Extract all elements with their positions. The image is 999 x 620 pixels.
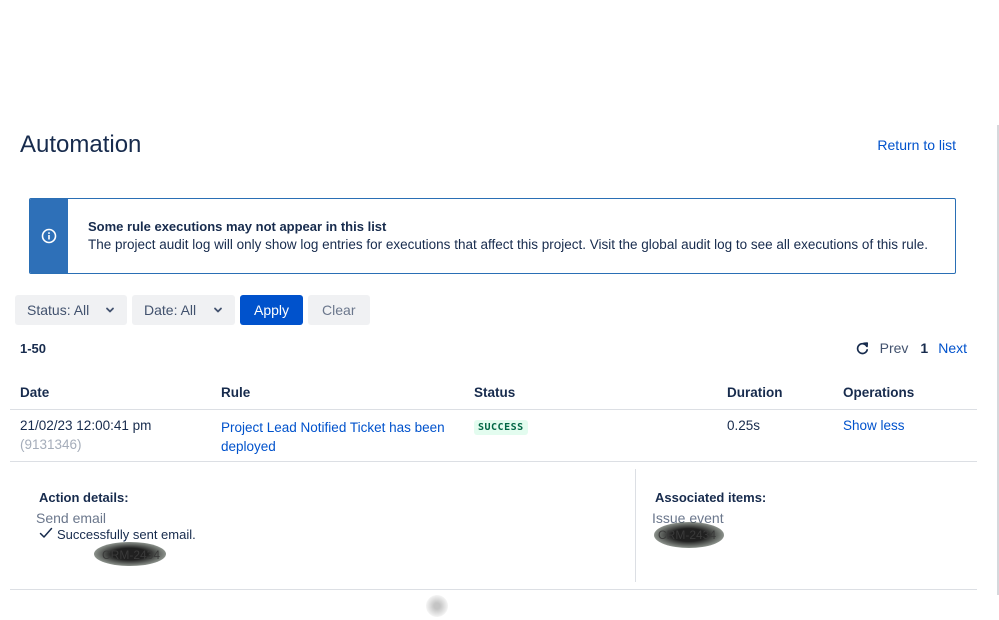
info-banner: Some rule executions may not appear in t…: [29, 198, 956, 274]
execution-id: (9131346): [20, 437, 82, 452]
action-result: Successfully sent email.: [39, 527, 196, 542]
row-status-cell: SUCCESS: [474, 418, 528, 435]
next-page-button[interactable]: Next: [938, 340, 967, 356]
info-icon: [41, 228, 57, 244]
table-row: 21/02/23 12:00:41 pm (9131346) Project L…: [10, 410, 977, 462]
associated-items: Associated items: Issue event CRM-2434: [652, 490, 767, 548]
execution-duration: 0.25s: [727, 418, 761, 433]
column-header-rule: Rule: [221, 385, 251, 400]
status-filter-dropdown[interactable]: Status: All: [15, 295, 127, 325]
current-page: 1: [920, 340, 929, 356]
execution-date: 21/02/23 12:00:41 pm: [20, 418, 152, 433]
row-date-cell: 21/02/23 12:00:41 pm (9131346): [20, 418, 151, 452]
return-to-list-link[interactable]: Return to list: [877, 137, 956, 153]
column-header-date: Date: [20, 385, 50, 400]
results-range: 1-50: [20, 341, 47, 356]
column-header-operations: Operations: [843, 385, 915, 400]
date-filter-dropdown[interactable]: Date: All: [132, 295, 235, 325]
execution-details: Action details: Send email Successfully …: [10, 462, 977, 590]
column-header-duration: Duration: [727, 385, 783, 400]
loading-spinner: [426, 595, 448, 617]
action-result-text: Successfully sent email.: [57, 527, 196, 542]
status-filter-label: Status: All: [27, 302, 90, 318]
associated-issue-key[interactable]: CRM-2434: [658, 528, 716, 542]
associated-items-title: Associated items:: [655, 490, 767, 505]
banner-text: The project audit log will only show log…: [88, 237, 928, 252]
apply-button[interactable]: Apply: [240, 295, 304, 325]
action-issue-key[interactable]: CRM-2434: [102, 548, 160, 562]
chevron-down-icon: [213, 305, 223, 315]
audit-log-table: Date Rule Status Duration Operations 21/…: [10, 378, 977, 590]
filter-bar: Status: All Date: All Apply Clear: [15, 295, 370, 325]
assoc-issue-key-container: CRM-2434: [654, 522, 724, 548]
refresh-icon[interactable]: [855, 341, 870, 356]
action-name: Send email: [36, 510, 107, 526]
prev-page-button[interactable]: Prev: [880, 340, 909, 356]
status-badge: SUCCESS: [474, 420, 528, 435]
clear-button[interactable]: Clear: [308, 295, 370, 325]
column-header-status: Status: [474, 385, 516, 400]
date-filter-label: Date: All: [144, 302, 197, 318]
table-header: Date Rule Status Duration Operations: [10, 378, 977, 410]
chevron-down-icon: [105, 305, 115, 315]
details-divider: [635, 469, 636, 582]
pagination: Prev 1 Next: [855, 340, 967, 356]
action-issue-key-container: CRM-2434: [94, 542, 166, 566]
action-details: Action details: Send email Successfully …: [36, 490, 196, 566]
info-banner-content: Some rule executions may not appear in t…: [68, 199, 928, 273]
show-less-link[interactable]: Show less: [843, 418, 905, 433]
banner-title: Some rule executions may not appear in t…: [88, 219, 387, 234]
action-details-title: Action details:: [39, 490, 129, 505]
rule-link[interactable]: Project Lead Notified Ticket has been de…: [221, 418, 456, 456]
info-banner-accent: [30, 199, 68, 273]
page-title: Automation: [20, 131, 142, 158]
checkmark-icon: [39, 527, 53, 542]
